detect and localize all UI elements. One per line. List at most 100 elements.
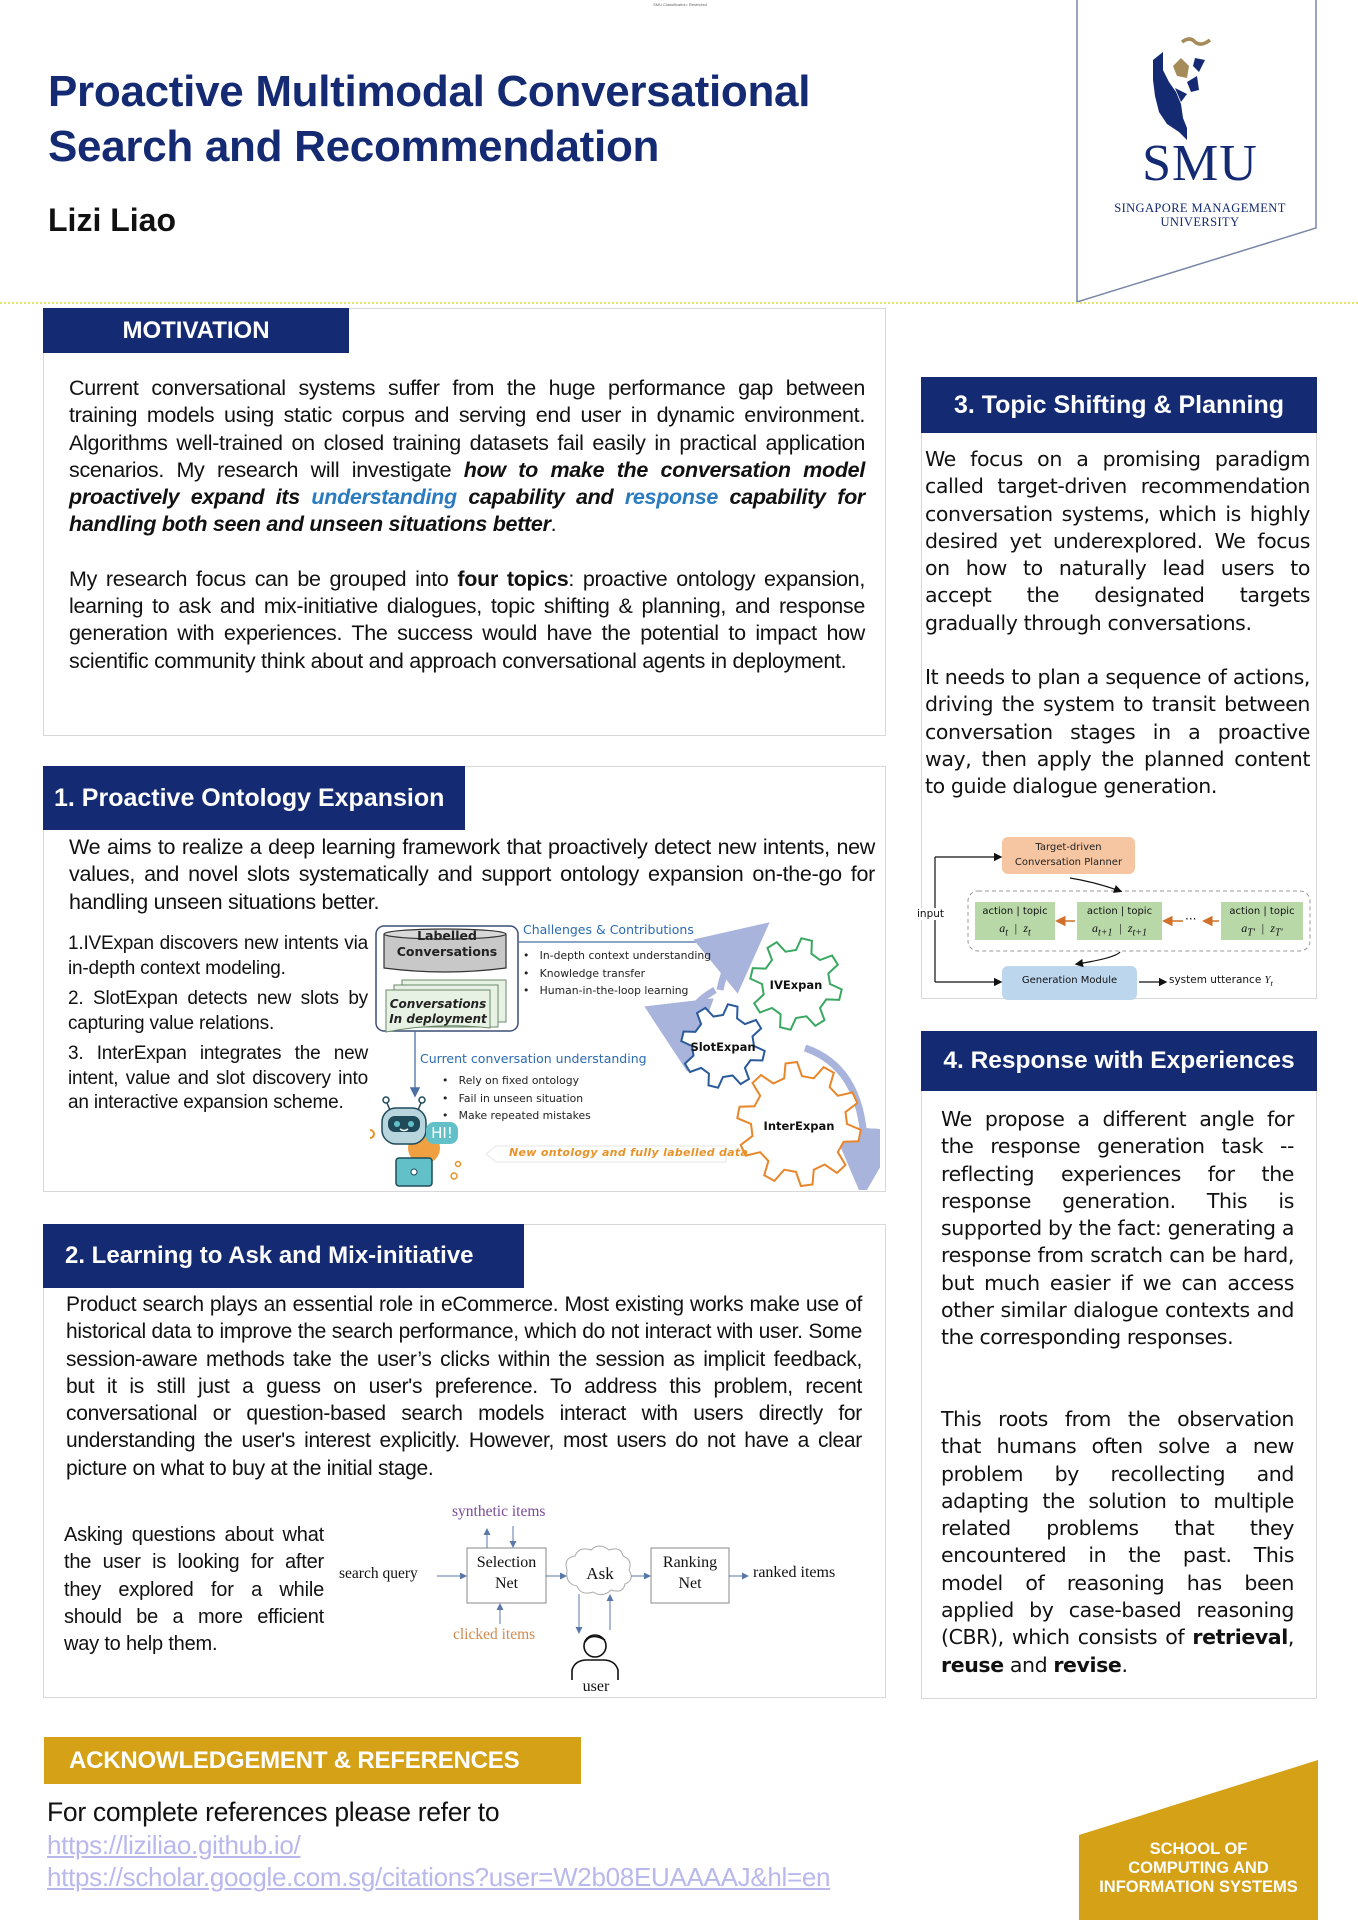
- section2-side-text: Asking questions about what the user is …: [64, 1524, 324, 1656]
- action-subscript: t+1: [1097, 927, 1113, 939]
- deployment-label-line-1: Conversations: [389, 997, 487, 1011]
- poster-title: Proactive Multimodal Conversational Sear…: [48, 64, 868, 174]
- section1-heading: 1. Proactive Ontology Expansion: [43, 766, 465, 830]
- user-icon: [571, 1634, 619, 1680]
- section4-paragraph-1: We propose a different angle for the res…: [941, 1107, 1294, 1350]
- section3-paragraph-1: We focus on a promising paradigm called …: [925, 447, 1310, 635]
- challenge-item: • In-depth context understanding: [523, 949, 712, 962]
- logo-name-line-2: UNIVERSITY: [1160, 215, 1240, 229]
- challenge-item: • Knowledge transfer: [523, 966, 646, 980]
- database-label-line-1: Labelled: [417, 928, 477, 943]
- section3-heading: 3. Topic Shifting & Planning: [921, 377, 1317, 433]
- logo-abbreviation: SMU: [1142, 135, 1258, 192]
- poster-title-line-2: Search and Recommendation: [48, 122, 660, 171]
- references-intro: For complete references please refer to: [47, 1797, 500, 1827]
- feedback-label: New ontology and fully labelled data: [509, 1146, 749, 1159]
- keyword-reuse: reuse: [941, 1652, 1004, 1677]
- limitation-item: • Rely on fixed ontology: [442, 1074, 579, 1087]
- challenge-text: In-depth context understanding: [539, 949, 712, 962]
- planner-label: Target-driven Conversation Planner: [1002, 840, 1135, 870]
- action-subscript: T': [1247, 927, 1255, 939]
- challenges-list: • In-depth context understanding • Knowl…: [523, 947, 711, 1000]
- section1-point: 2. SlotExpan detects new slots by captur…: [68, 988, 368, 1034]
- plan-cell-label: action | topic aT' | zT': [1221, 904, 1303, 941]
- school-name-line-1: SCHOOL OF: [1149, 1840, 1248, 1858]
- motivation-p2-text: My research focus can be grouped into: [69, 566, 458, 591]
- separator: and: [1003, 1652, 1054, 1677]
- plan-cell-label: action | topic at+1 | zt+1: [1077, 904, 1162, 941]
- current-understanding-list: • Rely on fixed ontology • Fail in unsee…: [442, 1072, 591, 1125]
- ranking-net-label: Ranking Net: [651, 1552, 729, 1594]
- challenge-text: Knowledge transfer: [539, 966, 646, 980]
- plan-ellipsis: ···: [1185, 912, 1197, 926]
- motivation-keyword-response: response: [624, 485, 719, 510]
- current-understanding-title: Current conversation understanding: [420, 1051, 647, 1066]
- limitation-text: Rely on fixed ontology: [458, 1074, 579, 1087]
- topic-subscript: t: [1027, 927, 1031, 939]
- synthetic-items-label: synthetic items: [452, 1503, 546, 1520]
- reference-link-homepage[interactable]: https://liziliao.github.io/: [47, 1829, 830, 1861]
- challenge-item: • Human-in-the-loop learning: [523, 984, 689, 997]
- plan-cell-values: at+1 | zt+1: [1091, 921, 1148, 939]
- school-name: SCHOOL OF COMPUTING AND INFORMATION SYST…: [1080, 1840, 1317, 1897]
- selection-net-label: Selection Net: [467, 1552, 546, 1594]
- ranking-net-line-2: Net: [678, 1575, 702, 1592]
- database-label-line-2: Conversations: [396, 944, 498, 959]
- section3-paragraph-2: It needs to plan a sequence of actions, …: [925, 665, 1310, 799]
- plan-cell-title: action | topic: [1229, 906, 1295, 917]
- section4-p2-text: This roots from the observation that hum…: [941, 1407, 1294, 1650]
- section1-point: 1.IVExpan discovers new intents via in-d…: [68, 933, 368, 979]
- robot-speech-bubble: HI!: [431, 1124, 453, 1142]
- section4-paragraph-2: This roots from the observation that hum…: [941, 1406, 1294, 1679]
- input-label: input: [917, 908, 945, 920]
- gear-label-slotexpan: SlotExpan: [690, 1040, 756, 1054]
- reference-link-scholar[interactable]: https://scholar.google.com.sg/citations?…: [47, 1861, 831, 1893]
- ontology-expansion-diagram: Labelled Conversations Conversations In …: [365, 910, 902, 1198]
- arrow: [1074, 951, 1121, 968]
- deployment-label: Conversations In deployment: [386, 997, 490, 1027]
- arrow: [1069, 877, 1123, 893]
- keyword-retrieval: retrieval: [1192, 1625, 1288, 1650]
- gear-label-ivexpan: IVExpan: [769, 978, 823, 992]
- database-label: Labelled Conversations: [386, 928, 508, 960]
- topic-subscript: T': [1274, 927, 1283, 939]
- motivation-p2-bold: four topics: [457, 566, 569, 591]
- motivation-keyword-understanding: understanding: [311, 485, 457, 510]
- selection-net-line-2: Net: [494, 1575, 519, 1592]
- limitation-item: • Make repeated mistakes: [442, 1109, 591, 1122]
- separator: ,: [1287, 1625, 1295, 1650]
- header-divider: [0, 302, 1358, 304]
- logo-university-name: SINGAPORE MANAGEMENT UNIVERSITY: [1100, 201, 1300, 229]
- poster-title-line-1: Proactive Multimodal Conversational: [48, 67, 811, 116]
- limitation-text: Make repeated mistakes: [458, 1109, 591, 1122]
- selection-net-line-1: Selection: [476, 1554, 537, 1571]
- system-utterance-text: system utterance: [1169, 974, 1262, 986]
- school-name-line-2: COMPUTING AND: [1128, 1859, 1269, 1877]
- section4-heading: 4. Response with Experiences: [921, 1031, 1317, 1091]
- logo-name-line-1: SINGAPORE MANAGEMENT: [1114, 201, 1286, 215]
- ask-diagram-svg: [437, 1526, 749, 1680]
- motivation-paragraph-1: Current conversational systems suffer fr…: [69, 375, 865, 539]
- plan-cell-values: aT' | zT': [1241, 921, 1283, 939]
- section1-points: 1.IVExpan discovers new intents via in-d…: [68, 932, 368, 1116]
- search-query-label: search query: [339, 1565, 418, 1582]
- author-name: Lizi Liao: [48, 202, 176, 238]
- gear-label-interexpan: InterExpan: [763, 1119, 835, 1133]
- plan-cell-title: action | topic: [982, 906, 1048, 917]
- motivation-p1-emphasis-2: capability and: [456, 485, 625, 510]
- school-name-line-3: INFORMATION SYSTEMS: [1099, 1878, 1298, 1896]
- plan-cell-title: action | topic: [1086, 906, 1153, 917]
- section1-point: 3. InterExpan integrates the new intent,…: [68, 1043, 368, 1113]
- planner-label-line-1: Target-driven: [1035, 842, 1102, 853]
- planner-diagram: Target-driven Conversation Planner input…: [915, 826, 1320, 1002]
- motivation-paragraph-2: My research focus can be grouped into fo…: [69, 566, 865, 675]
- topic-subscript: t+1: [1132, 927, 1148, 939]
- separator: .: [1121, 1652, 1128, 1677]
- plan-cell-label: action | topic at | zt: [975, 904, 1055, 941]
- ask-label: Ask: [586, 1564, 614, 1583]
- challenge-text: Human-in-the-loop learning: [539, 984, 689, 997]
- clicked-items-label: clicked items: [453, 1626, 536, 1643]
- classification-label: SMU Classification: Restricted: [653, 2, 707, 7]
- motivation-heading: MOTIVATION: [43, 308, 349, 353]
- section2-paragraph: Product search plays an essential role i…: [66, 1293, 862, 1480]
